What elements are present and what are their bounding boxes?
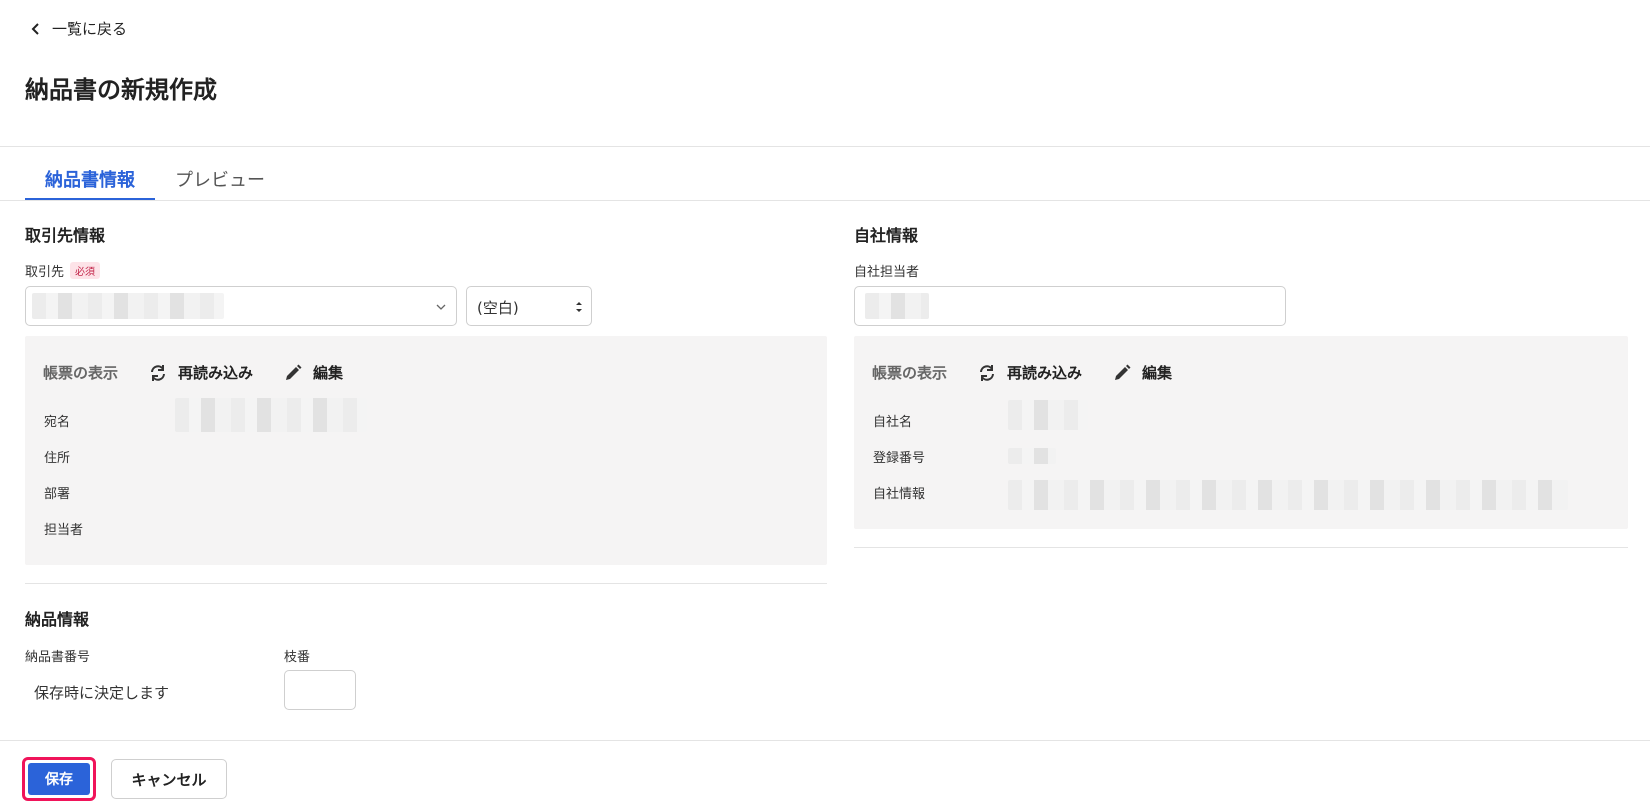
client-label-text: 取引先 bbox=[25, 265, 65, 280]
branch-number-input[interactable] bbox=[284, 670, 356, 710]
delivery-number-label: 納品書番号 bbox=[25, 650, 91, 665]
company-reload-button[interactable]: 再読み込み bbox=[977, 362, 1082, 383]
company-section-divider bbox=[854, 547, 1628, 548]
footer-bar: 保存 キャンセル bbox=[0, 740, 1650, 809]
client-edit-button[interactable]: 編集 bbox=[283, 362, 343, 383]
client-reload-label: 再読み込み bbox=[178, 364, 254, 382]
client-reload-button[interactable]: 再読み込み bbox=[148, 362, 253, 383]
chevron-left-icon bbox=[31, 22, 39, 35]
tab-bar-divider bbox=[0, 200, 1650, 201]
honorific-value: (空白) bbox=[477, 299, 519, 317]
redacted-recipient bbox=[175, 398, 367, 432]
page-title: 納品書の新規作成 bbox=[25, 76, 217, 104]
tab-delivery-info[interactable]: 納品書情報 bbox=[25, 166, 155, 201]
save-button-label: 保存 bbox=[28, 763, 90, 795]
save-button[interactable]: 保存 bbox=[22, 757, 96, 801]
tab-preview[interactable]: プレビュー bbox=[155, 166, 285, 201]
cancel-button[interactable]: キャンセル bbox=[111, 759, 227, 799]
redacted-client-name bbox=[32, 293, 224, 319]
required-badge: 必須 bbox=[70, 262, 101, 279]
delivery-number-value: 保存時に決定します bbox=[34, 684, 170, 702]
client-display-panel: 帳票の表示 再読み込み 編集 宛名 住所 部署 担当者 bbox=[25, 336, 827, 565]
honorific-select[interactable]: (空白) bbox=[466, 286, 592, 326]
client-row-label: 宛名 bbox=[44, 415, 71, 430]
company-section-title: 自社情報 bbox=[854, 226, 919, 245]
client-field-label: 取引先 必須 bbox=[25, 261, 101, 280]
company-row-label: 自社情報 bbox=[873, 487, 926, 502]
back-link[interactable]: 一覧に戻る bbox=[30, 18, 127, 39]
delivery-section-title: 納品情報 bbox=[25, 610, 90, 629]
company-row-label: 登録番号 bbox=[873, 451, 926, 466]
company-edit-label: 編集 bbox=[1142, 364, 1173, 382]
refresh-icon bbox=[151, 364, 166, 381]
client-row-label: 住所 bbox=[44, 451, 71, 466]
client-select[interactable] bbox=[25, 286, 457, 326]
pencil-icon bbox=[286, 364, 302, 380]
company-staff-input[interactable] bbox=[854, 286, 1286, 326]
redacted-company-name bbox=[1008, 400, 1088, 430]
header-divider bbox=[0, 146, 1650, 147]
company-field-label: 自社担当者 bbox=[854, 261, 919, 280]
pencil-icon bbox=[1115, 364, 1131, 380]
branch-number-label: 枝番 bbox=[284, 650, 311, 665]
client-panel-header: 帳票の表示 再読み込み 編集 bbox=[43, 362, 343, 383]
tab-bar: 納品書情報 プレビュー bbox=[25, 166, 285, 201]
client-row-label: 担当者 bbox=[44, 523, 84, 538]
redacted-registration-number bbox=[1008, 448, 1056, 464]
company-reload-label: 再読み込み bbox=[1007, 364, 1083, 382]
client-row-label: 部署 bbox=[44, 487, 71, 502]
company-row-label: 自社名 bbox=[873, 415, 913, 430]
company-panel-header: 帳票の表示 再読み込み 編集 bbox=[872, 362, 1172, 383]
company-label-text: 自社担当者 bbox=[854, 265, 920, 280]
company-edit-button[interactable]: 編集 bbox=[1112, 362, 1172, 383]
client-section-divider bbox=[25, 583, 827, 584]
client-display-label: 帳票の表示 bbox=[43, 364, 119, 382]
company-display-label: 帳票の表示 bbox=[872, 364, 948, 382]
updown-arrow-icon bbox=[576, 302, 582, 312]
client-edit-label: 編集 bbox=[313, 364, 344, 382]
client-section-title: 取引先情報 bbox=[25, 226, 106, 245]
redacted-company-info bbox=[1008, 480, 1568, 510]
back-link-label: 一覧に戻る bbox=[52, 20, 128, 38]
refresh-icon bbox=[980, 364, 995, 381]
chevron-down-icon bbox=[436, 304, 446, 310]
redacted-staff-name bbox=[865, 293, 929, 319]
company-display-panel: 帳票の表示 再読み込み 編集 自社名 登録番号 自社情報 bbox=[854, 336, 1628, 529]
